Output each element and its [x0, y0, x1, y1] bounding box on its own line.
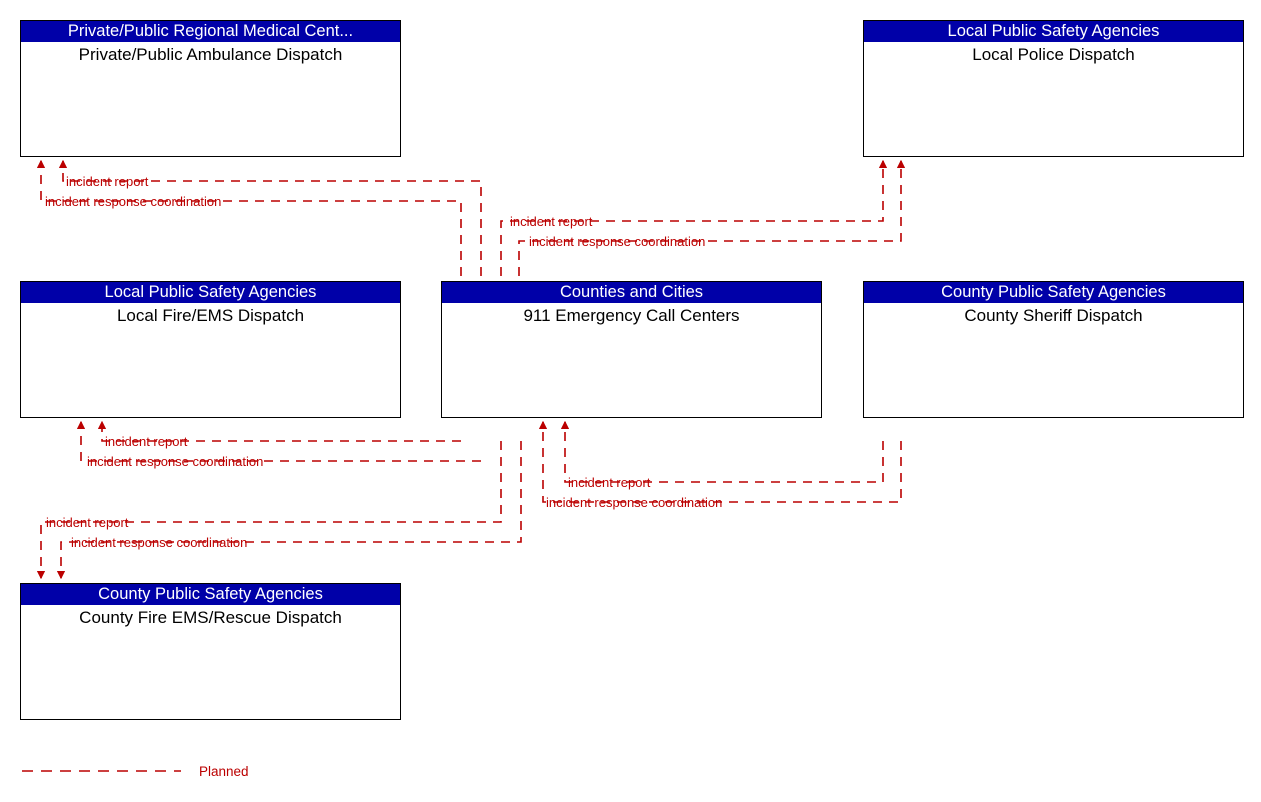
node-stakeholder-label: Local Public Safety Agencies — [21, 282, 400, 303]
node-county-fire-ems-rescue-dispatch[interactable]: County Public Safety Agencies County Fir… — [20, 583, 401, 720]
node-name-label: Local Police Dispatch — [972, 45, 1135, 64]
flow-label-incident-report: incident report — [66, 174, 149, 189]
flow-label-incident-response-coordination: incident response coordination — [87, 454, 264, 469]
node-ambulance-dispatch[interactable]: Private/Public Regional Medical Cent... … — [20, 20, 401, 157]
diagram-canvas: Private/Public Regional Medical Cent... … — [0, 0, 1261, 802]
flow-label-incident-report: incident report — [105, 434, 188, 449]
flow-label-incident-report: incident report — [510, 214, 593, 229]
node-stakeholder-label: County Public Safety Agencies — [864, 282, 1243, 303]
flow-label-incident-response-coordination: incident response coordination — [529, 234, 706, 249]
node-name-label: County Sheriff Dispatch — [964, 306, 1143, 325]
flow-label-incident-response-coordination: incident response coordination — [546, 495, 723, 510]
node-stakeholder-label: Private/Public Regional Medical Cent... — [21, 21, 400, 42]
node-name-label: County Fire EMS/Rescue Dispatch — [79, 608, 342, 627]
legend-planned-label: Planned — [199, 764, 249, 779]
node-name-label: Private/Public Ambulance Dispatch — [78, 45, 343, 64]
node-county-sheriff-dispatch[interactable]: County Public Safety Agencies County She… — [863, 281, 1244, 418]
node-911-emergency-call-centers[interactable]: Counties and Cities 911 Emergency Call C… — [441, 281, 822, 418]
node-local-police-dispatch[interactable]: Local Public Safety Agencies Local Polic… — [863, 20, 1244, 157]
flow-incident-response-coordination-sheriff-to-911 — [538, 420, 902, 503]
node-stakeholder-label: Local Public Safety Agencies — [864, 21, 1243, 42]
node-stakeholder-label: Counties and Cities — [442, 282, 821, 303]
flow-label-incident-response-coordination: incident response coordination — [71, 535, 248, 550]
node-name-label: Local Fire/EMS Dispatch — [116, 306, 305, 325]
flow-label-incident-response-coordination: incident response coordination — [45, 194, 222, 209]
flow-label-incident-report: incident report — [46, 515, 129, 530]
node-stakeholder-label: County Public Safety Agencies — [21, 584, 400, 605]
node-local-fire-ems-dispatch[interactable]: Local Public Safety Agencies Local Fire/… — [20, 281, 401, 418]
flow-label-incident-report: incident report — [568, 475, 651, 490]
node-name-label: 911 Emergency Call Centers — [523, 306, 740, 325]
flow-incident-report-sheriff-to-911 — [560, 420, 884, 483]
